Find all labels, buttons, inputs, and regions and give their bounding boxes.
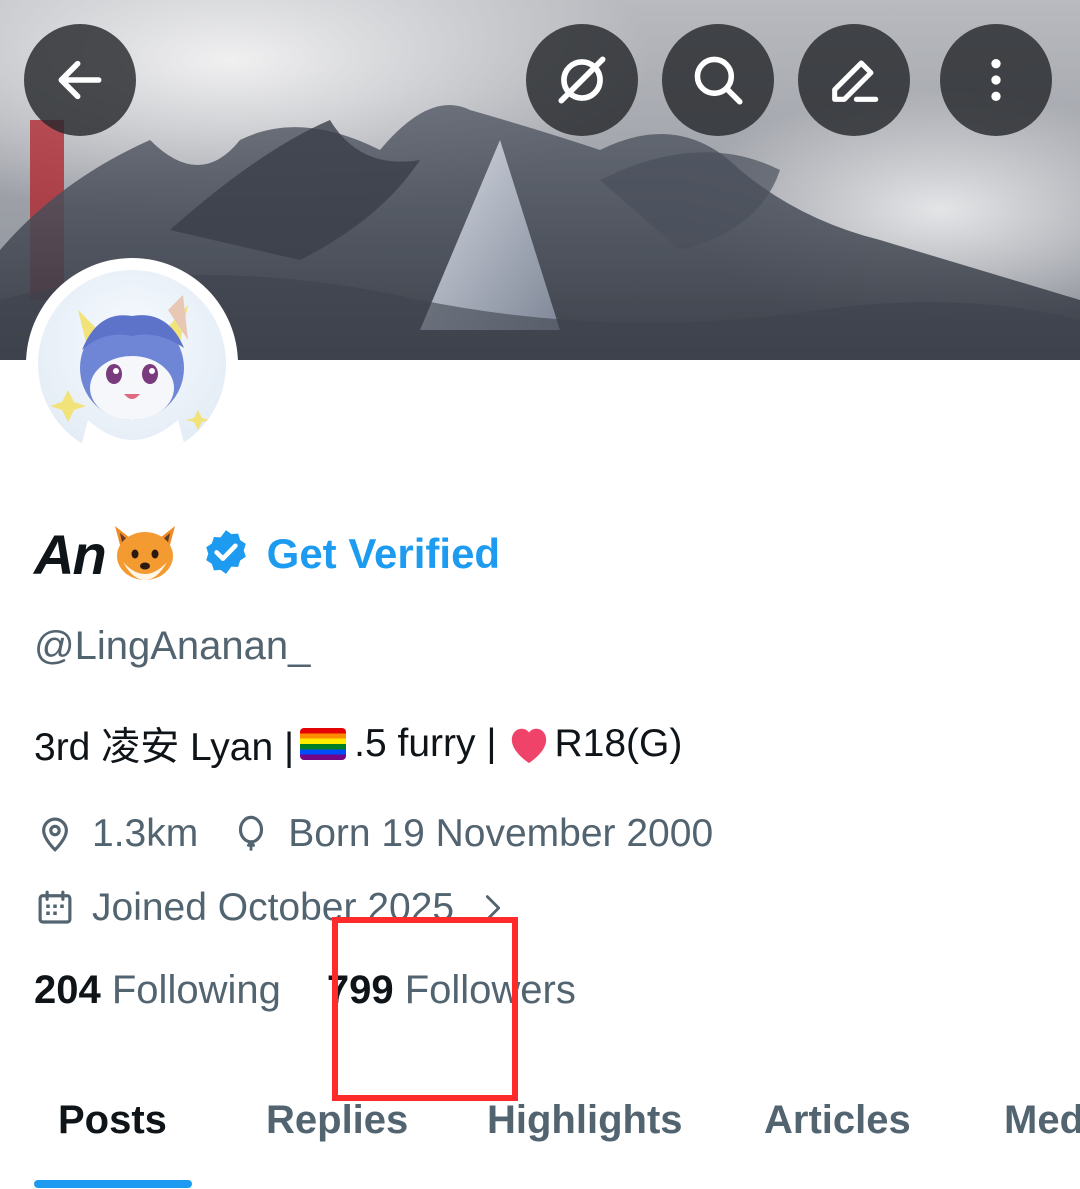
birthday-text: Born 19 November 2000 bbox=[288, 812, 714, 855]
location-pin-icon bbox=[42, 817, 68, 852]
grok-icon bbox=[558, 56, 606, 104]
search-icon bbox=[694, 56, 743, 105]
avatar[interactable] bbox=[26, 258, 238, 470]
tab-posts[interactable]: Posts bbox=[58, 1098, 167, 1143]
name-row: An Get Verified bbox=[34, 518, 500, 590]
annotation-highlight-box bbox=[332, 917, 518, 1101]
verified-badge-icon[interactable] bbox=[201, 527, 251, 582]
calendar-icon bbox=[38, 890, 72, 924]
following-label: Following bbox=[111, 968, 281, 1012]
following-link[interactable]: 204 Following bbox=[34, 968, 281, 1013]
back-button[interactable] bbox=[24, 24, 136, 136]
balloon-icon bbox=[239, 815, 264, 851]
more-options-button[interactable] bbox=[940, 24, 1052, 136]
following-count: 204 bbox=[34, 968, 101, 1012]
search-button[interactable] bbox=[662, 24, 774, 136]
display-name: An bbox=[34, 522, 107, 586]
rainbow-flag-icon bbox=[300, 728, 347, 760]
grok-button[interactable] bbox=[526, 24, 638, 136]
fox-face-icon bbox=[109, 516, 181, 593]
more-vertical-icon bbox=[991, 59, 1001, 101]
get-verified-link[interactable]: Get Verified bbox=[267, 530, 500, 578]
bio-text-2: .5 furry | bbox=[354, 722, 497, 765]
bio-text-1: 3rd 凌安 Lyan | bbox=[34, 726, 295, 769]
active-tab-indicator bbox=[34, 1180, 192, 1188]
edit-icon bbox=[832, 60, 879, 102]
profile-tabs: Posts Replies Highlights Articles Media bbox=[0, 1098, 1080, 1189]
avatar-image bbox=[38, 270, 226, 458]
profile-meta-row-1: 1.3km Born 19 November 2000 bbox=[34, 812, 713, 856]
bio-text-3: R18(G) bbox=[554, 722, 683, 765]
edit-button[interactable] bbox=[798, 24, 910, 136]
back-arrow-icon bbox=[58, 60, 102, 100]
tab-highlights[interactable]: Highlights bbox=[487, 1098, 683, 1143]
location-text: 1.3km bbox=[92, 812, 199, 855]
tab-replies[interactable]: Replies bbox=[266, 1098, 408, 1143]
tab-media[interactable]: Media bbox=[1004, 1098, 1080, 1143]
profile-handle: @LingAnanan_ bbox=[34, 624, 311, 668]
profile-bio: 3rd 凌安 Lyan | .5 furry | R18(G) bbox=[34, 716, 682, 772]
tab-articles[interactable]: Articles bbox=[764, 1098, 911, 1143]
heart-icon bbox=[506, 723, 552, 765]
